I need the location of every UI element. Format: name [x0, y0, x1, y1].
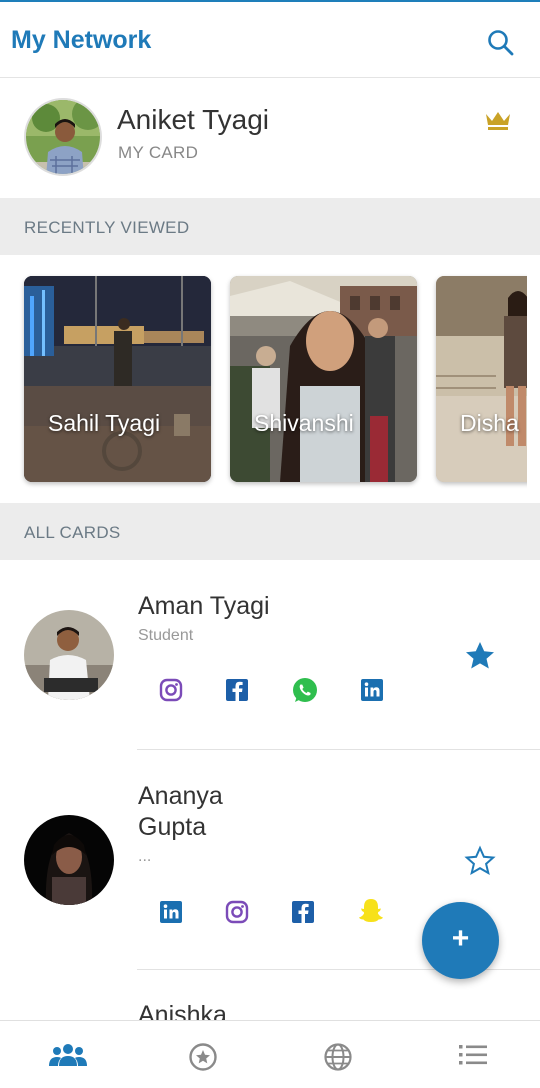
recent-card-name: Shivanshi [254, 410, 354, 436]
recent-card-name: Disha [460, 410, 519, 436]
linkedin-icon[interactable] [359, 677, 385, 703]
all-cards-label: ALL CARDS [24, 523, 121, 542]
facebook-icon[interactable] [224, 677, 250, 703]
crown-icon[interactable] [484, 110, 512, 132]
contact-name-line1: Ananya [138, 782, 223, 810]
contact-avatar [24, 610, 114, 700]
app-header: My Network [0, 2, 540, 78]
add-icon: + [451, 922, 470, 955]
nav-favorites[interactable] [135, 1021, 270, 1088]
my-avatar [24, 98, 102, 176]
my-name: Aniket Tyagi [117, 104, 270, 135]
facebook-icon[interactable] [290, 899, 316, 925]
recent-card-photo [436, 276, 527, 482]
instagram-icon[interactable] [158, 677, 184, 703]
recent-card[interactable]: Shivanshi [230, 276, 417, 482]
globe-icon [323, 1043, 352, 1071]
instagram-icon[interactable] [224, 899, 250, 925]
add-card-button[interactable]: + [422, 902, 499, 979]
nav-network[interactable] [0, 1021, 135, 1088]
bottom-navigation [0, 1020, 540, 1088]
recent-card-name: Sahil Tyagi [48, 410, 161, 436]
contact-avatar [24, 815, 114, 905]
page-title: My Network [11, 26, 152, 54]
recently-viewed-carousel[interactable]: Sahil Tyagi Shivanshi Disha [0, 255, 540, 503]
snapchat-icon[interactable] [356, 896, 386, 926]
nav-explore[interactable] [270, 1021, 405, 1088]
star-circle-icon [188, 1043, 217, 1071]
my-card-row[interactable]: Aniket Tyagi MY CARD [0, 78, 540, 198]
favorite-star-outline-icon[interactable] [464, 845, 496, 877]
recently-viewed-header: RECENTLY VIEWED [0, 198, 540, 255]
all-cards-header: ALL CARDS [0, 503, 540, 560]
recent-card[interactable]: Sahil Tyagi [24, 276, 211, 482]
favorite-star-icon[interactable] [464, 640, 496, 672]
recent-card[interactable]: Disha [436, 276, 527, 482]
linkedin-icon[interactable] [158, 899, 184, 925]
whatsapp-icon[interactable] [290, 675, 320, 705]
list-item[interactable]: Aman Tyagi Student [0, 560, 540, 750]
recent-card-photo [24, 276, 211, 482]
list-icon [458, 1045, 487, 1065]
app-root: My Network Aniket Tyagi MY CARD RECENTLY… [0, 0, 540, 1088]
contact-role: Student [138, 627, 194, 644]
contact-role: ... [138, 848, 152, 865]
contact-name: Anishka [138, 1001, 227, 1020]
nav-menu[interactable] [405, 1021, 540, 1088]
my-card-label: MY CARD [118, 143, 199, 162]
recently-viewed-label: RECENTLY VIEWED [24, 218, 190, 237]
contact-name: Aman Tyagi [138, 592, 270, 620]
contact-name-line2: Gupta [138, 813, 207, 841]
people-icon [48, 1044, 87, 1066]
search-icon[interactable] [486, 28, 516, 58]
recent-card-photo [230, 276, 417, 482]
